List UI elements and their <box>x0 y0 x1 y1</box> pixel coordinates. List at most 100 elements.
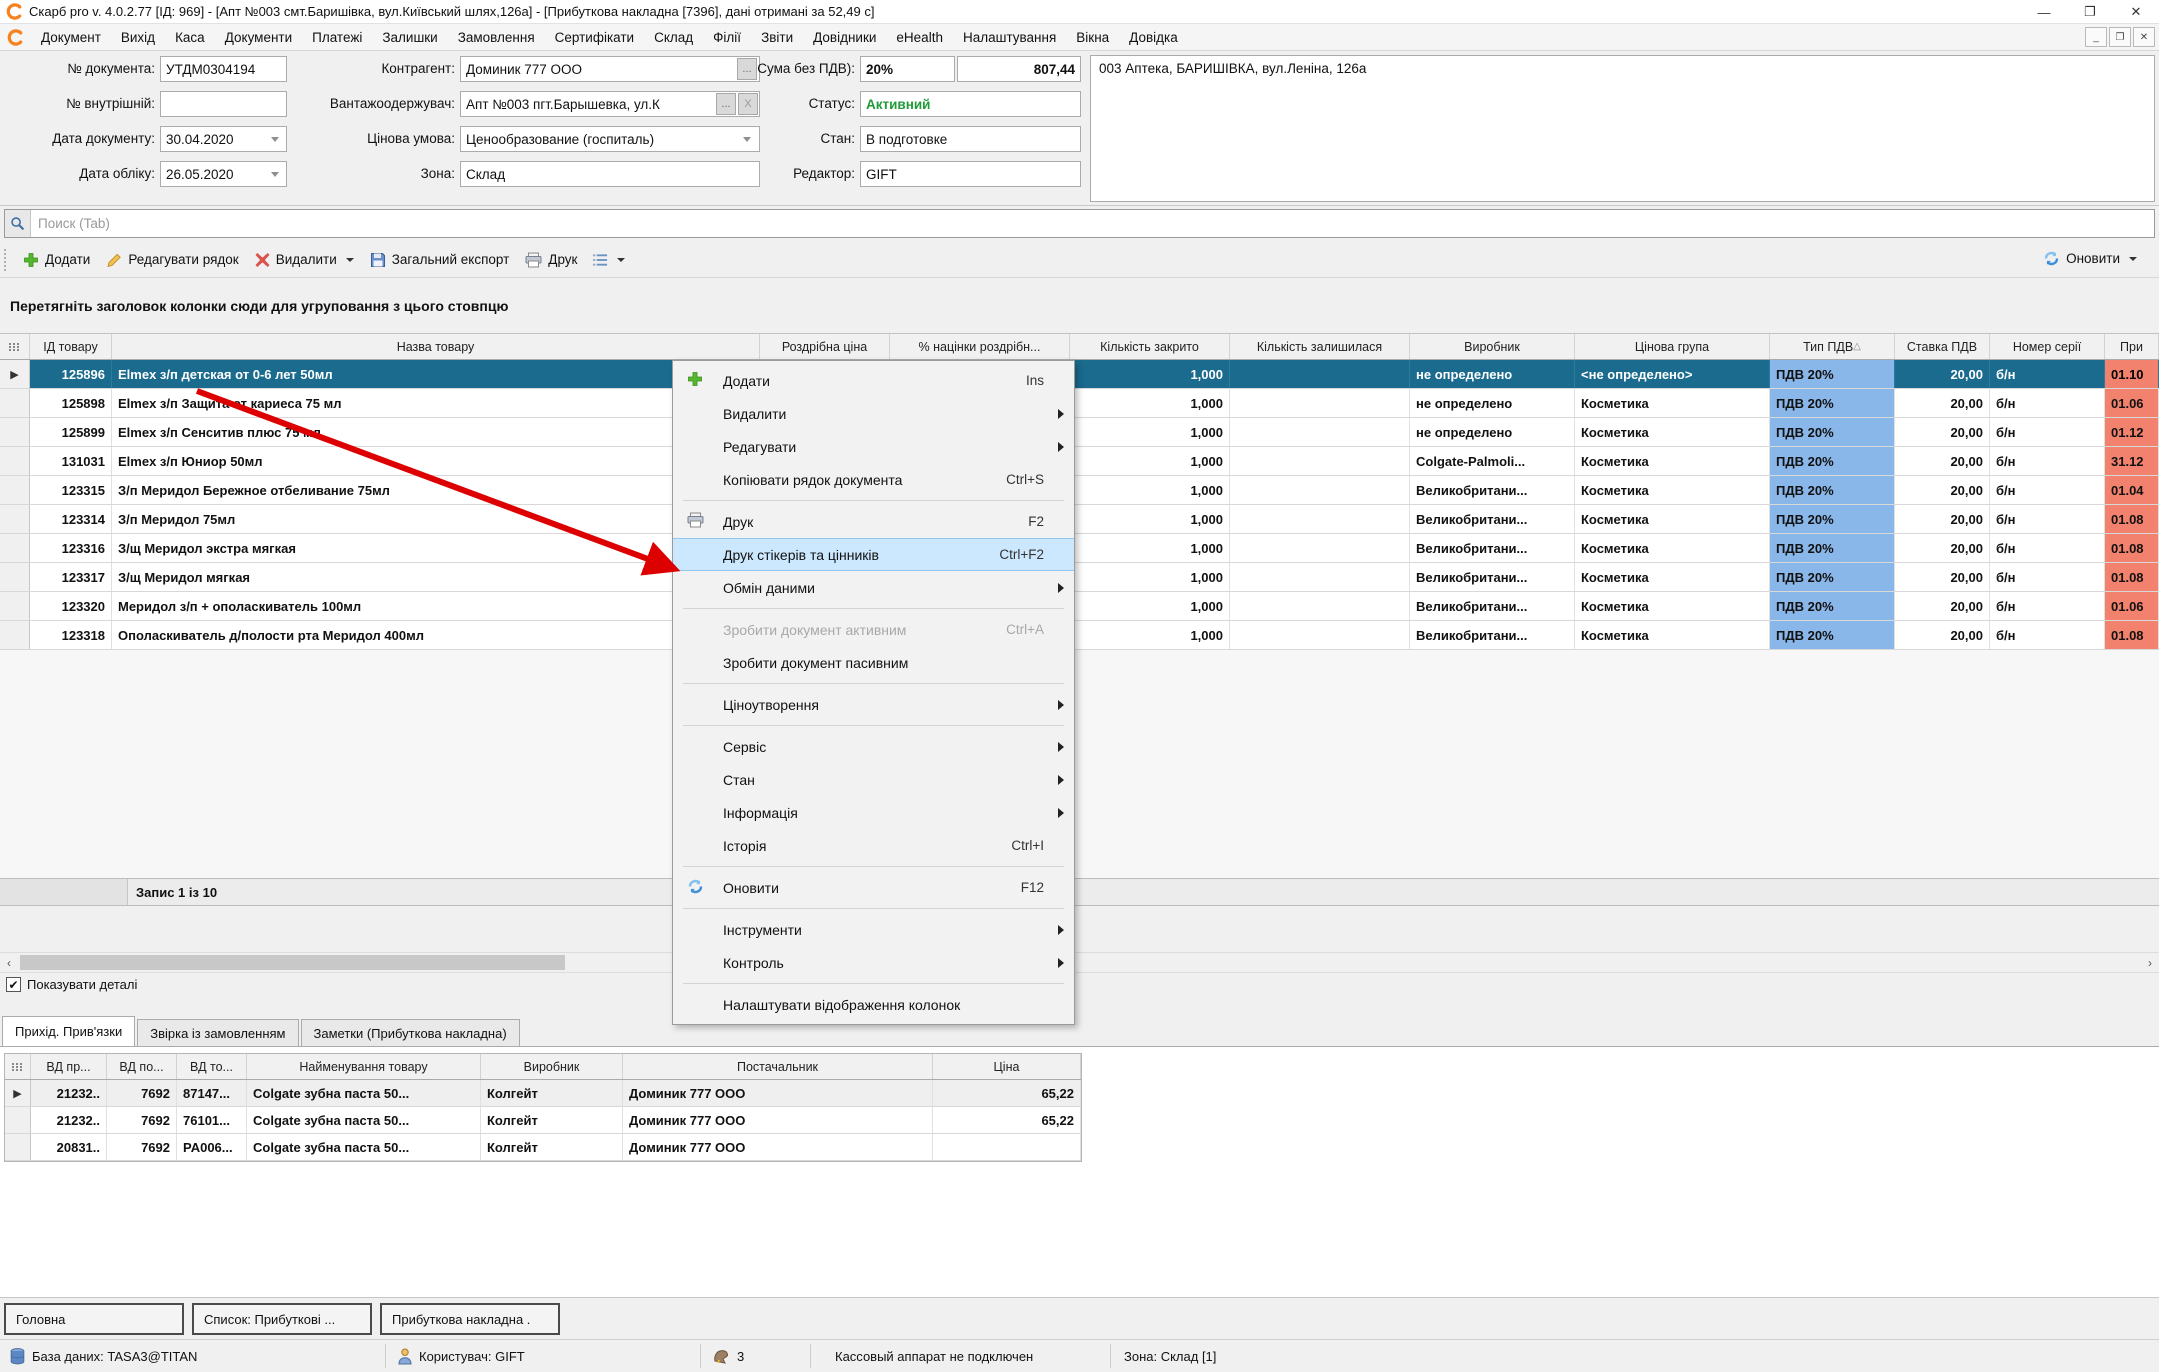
table-row[interactable]: 125899Elmex з/п Сенситив плюс 75 мл1,000… <box>0 418 2159 447</box>
cell-arrival[interactable]: 01.08 <box>2105 621 2159 649</box>
price-condition-field[interactable]: Ценообразование (госпиталь) <box>460 126 760 152</box>
detail-column-header-manufacturer[interactable]: Виробник <box>481 1054 623 1079</box>
cell-id[interactable]: 125899 <box>30 418 112 446</box>
cell-qty_closed[interactable]: 1,000 <box>1070 476 1230 504</box>
menu-13[interactable]: eHealth <box>886 26 953 49</box>
cell-name[interactable]: З/щ Меридол экстра мягкая <box>112 534 760 562</box>
column-header-qty_closed[interactable]: Кількість закрито <box>1070 334 1230 359</box>
price-condition-dropdown-icon[interactable] <box>737 128 757 150</box>
horizontal-scrollbar[interactable]: ‹ › <box>0 952 2159 973</box>
table-row[interactable]: 125898Elmex з/п Защита от кариеса 75 мл1… <box>0 389 2159 418</box>
table-row[interactable]: 123318Ополаскиватель д/полости рта Мерид… <box>0 621 2159 650</box>
cell-manufacturer[interactable]: не определено <box>1410 360 1575 388</box>
table-row[interactable]: 123320Меридол з/п + ополаскиватель 100мл… <box>0 592 2159 621</box>
cell-vat_type[interactable]: ПДВ 20% <box>1770 447 1895 475</box>
menu-5[interactable]: Платежі <box>302 26 372 49</box>
cell-price_group[interactable]: Косметика <box>1575 447 1770 475</box>
show-details-checkbox[interactable]: ✔ <box>6 977 21 992</box>
search-input[interactable]: Поиск (Tab) <box>4 209 2155 238</box>
detail-cell-supplier[interactable]: Доминик 777 ООО <box>623 1107 933 1133</box>
detail-column-header-price[interactable]: Ціна <box>933 1054 1081 1079</box>
context-menu-item[interactable]: Сервіс <box>673 730 1074 763</box>
context-menu-item[interactable]: Інформація <box>673 796 1074 829</box>
cell-id[interactable]: 123316 <box>30 534 112 562</box>
cell-manufacturer[interactable]: Великобритани... <box>1410 563 1575 591</box>
context-menu-item[interactable]: Контроль <box>673 946 1074 979</box>
detail-table-row[interactable]: 21232..769276101...Colgate зубна паста 5… <box>5 1107 1081 1134</box>
account-date-dropdown-icon[interactable] <box>265 163 285 185</box>
cell-name[interactable]: Ополаскиватель д/полости рта Меридол 400… <box>112 621 760 649</box>
contractor-field[interactable]: Доминик 777 ООО <box>460 56 760 82</box>
cell-qty_left[interactable] <box>1230 360 1410 388</box>
export-button[interactable]: Загальний експорт <box>362 248 518 272</box>
table-row[interactable]: 123316З/щ Меридол экстра мягкая1,000Вели… <box>0 534 2159 563</box>
add-button[interactable]: Додати <box>15 248 98 272</box>
column-header-price_group[interactable]: Цінова група <box>1575 334 1770 359</box>
context-menu-item[interactable]: ДрукF2 <box>673 505 1074 538</box>
column-header-series[interactable]: Номер серії <box>1990 334 2105 359</box>
cell-vat_type[interactable]: ПДВ 20% <box>1770 621 1895 649</box>
detail-cell-vd_to[interactable]: 87147... <box>177 1080 247 1106</box>
menu-16[interactable]: Довідка <box>1119 26 1188 49</box>
cell-vat_type[interactable]: ПДВ 20% <box>1770 360 1895 388</box>
cell-vat_rate[interactable]: 20,00 <box>1895 447 1990 475</box>
detail-column-header-vd_po[interactable]: ВД по... <box>107 1054 177 1079</box>
detail-cell-price[interactable]: 65,22 <box>933 1107 1081 1133</box>
cell-arrival[interactable]: 31.12 <box>2105 447 2159 475</box>
context-menu-item[interactable]: Обмін даними <box>673 571 1074 604</box>
cell-series[interactable]: б/н <box>1990 505 2105 533</box>
cell-vat_rate[interactable]: 20,00 <box>1895 360 1990 388</box>
detail-tab-3[interactable]: Заметки (Прибуткова накладна) <box>301 1019 520 1047</box>
cell-vat_type[interactable]: ПДВ 20% <box>1770 592 1895 620</box>
cell-name[interactable]: Elmex з/п детская от 0-6 лет 50мл <box>112 360 760 388</box>
refresh-dropdown-caret[interactable] <box>2129 257 2137 261</box>
cell-id[interactable]: 123315 <box>30 476 112 504</box>
table-row[interactable]: 123317З/щ Меридол мягкая1,000Великобрита… <box>0 563 2159 592</box>
detail-cell-vd_pr[interactable]: 21232.. <box>31 1080 107 1106</box>
cell-qty_left[interactable] <box>1230 418 1410 446</box>
detail-tab-1[interactable]: Прихід. Прив'язки <box>2 1016 135 1047</box>
context-menu-item[interactable]: Копіювати рядок документаCtrl+S <box>673 463 1074 496</box>
detail-cell-vd_po[interactable]: 7692 <box>107 1107 177 1133</box>
menu-15[interactable]: Вікна <box>1066 26 1119 49</box>
cell-qty_closed[interactable]: 1,000 <box>1070 360 1230 388</box>
menu-2[interactable]: Вихід <box>111 26 165 49</box>
cell-arrival[interactable]: 01.06 <box>2105 389 2159 417</box>
cell-series[interactable]: б/н <box>1990 592 2105 620</box>
detail-table-row[interactable]: 20831..7692PA006...Colgate зубна паста 5… <box>5 1134 1081 1161</box>
column-header-manufacturer[interactable]: Виробник <box>1410 334 1575 359</box>
zone-field[interactable]: Склад <box>460 161 760 187</box>
context-menu-item[interactable]: Інструменти <box>673 913 1074 946</box>
menu-12[interactable]: Довідники <box>803 26 886 49</box>
minimize-icon[interactable]: — <box>2021 0 2067 24</box>
menu-9[interactable]: Склад <box>644 26 703 49</box>
menu-11[interactable]: Звіти <box>751 26 803 49</box>
cell-name[interactable]: Elmex з/п Защита от кариеса 75 мл <box>112 389 760 417</box>
cell-vat_type[interactable]: ПДВ 20% <box>1770 389 1895 417</box>
menu-14[interactable]: Налаштування <box>953 26 1066 49</box>
context-menu-item[interactable]: Редагувати <box>673 430 1074 463</box>
cell-name[interactable]: Elmex з/п Юниор 50мл <box>112 447 760 475</box>
cell-vat_rate[interactable]: 20,00 <box>1895 563 1990 591</box>
cell-qty_closed[interactable]: 1,000 <box>1070 505 1230 533</box>
cell-qty_left[interactable] <box>1230 389 1410 417</box>
cell-vat_type[interactable]: ПДВ 20% <box>1770 476 1895 504</box>
cell-id[interactable]: 123314 <box>30 505 112 533</box>
scroll-right-icon[interactable]: › <box>2141 953 2159 972</box>
cell-arrival[interactable]: 01.08 <box>2105 563 2159 591</box>
context-menu-item[interactable]: Видалити <box>673 397 1074 430</box>
cell-price_group[interactable]: <не определено> <box>1575 360 1770 388</box>
view-options-button[interactable] <box>585 249 633 271</box>
detail-cell-vd_pr[interactable]: 21232.. <box>31 1107 107 1133</box>
detail-row-selector[interactable] <box>5 1134 31 1160</box>
cell-vat_rate[interactable]: 20,00 <box>1895 534 1990 562</box>
cell-id[interactable]: 131031 <box>30 447 112 475</box>
menu-8[interactable]: Сертифікати <box>545 26 644 49</box>
detail-cell-manufacturer[interactable]: Колгейт <box>481 1107 623 1133</box>
mdi-restore-icon[interactable]: ❐ <box>2109 27 2131 47</box>
detail-column-header-name[interactable]: Найменування товару <box>247 1054 481 1079</box>
context-menu-item[interactable]: ДодатиIns <box>673 364 1074 397</box>
cell-qty_closed[interactable]: 1,000 <box>1070 534 1230 562</box>
cell-series[interactable]: б/н <box>1990 418 2105 446</box>
cell-qty_closed[interactable]: 1,000 <box>1070 563 1230 591</box>
